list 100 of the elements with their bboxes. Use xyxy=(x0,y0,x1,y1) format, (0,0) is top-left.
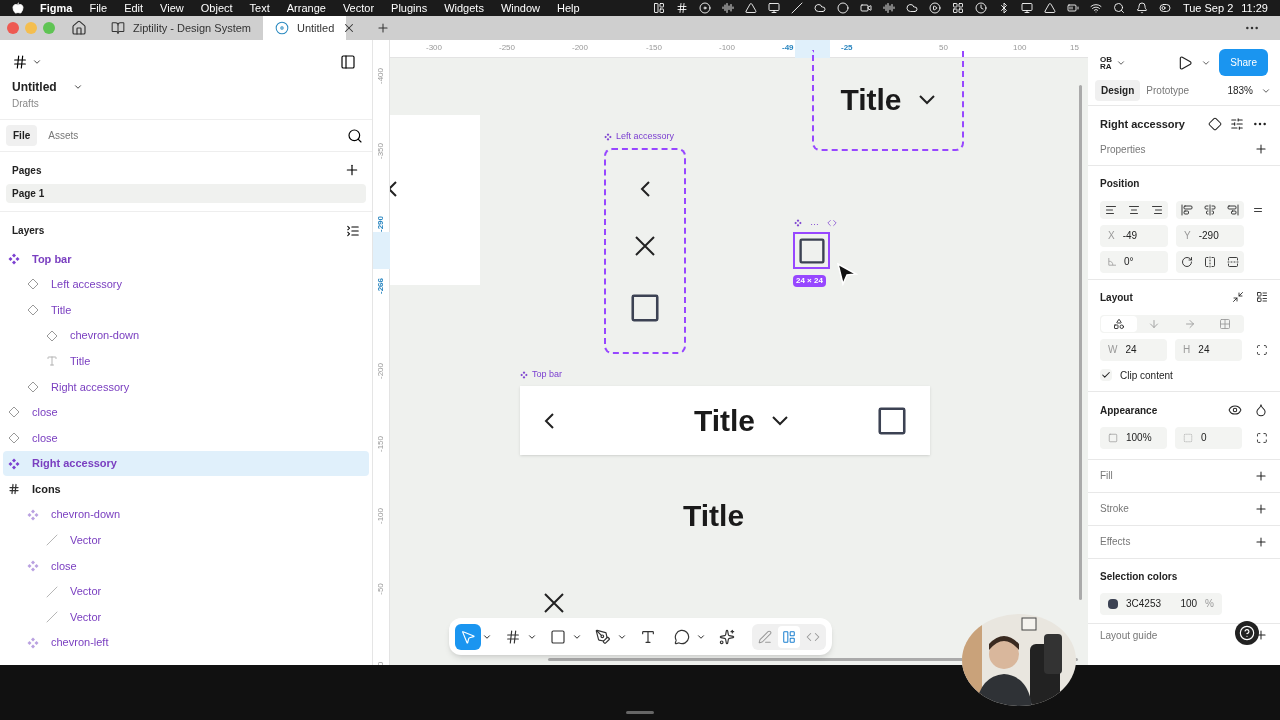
input-field[interactable]: H 24 xyxy=(1175,338,1243,361)
menu-item[interactable]: Arrange xyxy=(286,0,326,17)
panel-tab[interactable]: Assets xyxy=(41,125,86,146)
layout-mode-button[interactable] xyxy=(1101,315,1137,332)
input-field[interactable]: X -49 xyxy=(1100,224,1168,247)
droplet-icon[interactable] xyxy=(1254,403,1268,417)
menu-item[interactable]: Window xyxy=(500,0,541,17)
menu-item[interactable]: View xyxy=(160,0,184,17)
bell-icon[interactable] xyxy=(1135,2,1148,14)
checkbox[interactable] xyxy=(1100,369,1112,381)
disc-icon[interactable] xyxy=(698,2,711,14)
sliders-icon[interactable] xyxy=(1230,117,1244,132)
wifi-icon[interactable] xyxy=(1089,2,1102,14)
layer-row[interactable]: close xyxy=(3,553,369,579)
page-item[interactable]: Page 1 xyxy=(6,184,366,203)
component-label[interactable]: Left accessory xyxy=(616,130,675,144)
layout-icon[interactable] xyxy=(951,2,964,14)
selection-box[interactable] xyxy=(793,232,830,269)
align-middle-icon[interactable] xyxy=(1204,203,1216,216)
zoom-level[interactable]: 183% xyxy=(1227,83,1253,98)
shape-icon[interactable] xyxy=(1043,2,1056,14)
levels-icon[interactable] xyxy=(721,2,734,14)
figma-menu-icon[interactable] xyxy=(12,54,28,70)
panel-tab[interactable]: Prototype xyxy=(1140,80,1196,101)
menu-item[interactable]: Edit xyxy=(124,0,144,17)
eye-icon[interactable] xyxy=(1228,403,1242,417)
flip-horizontal-icon[interactable] xyxy=(1204,255,1216,268)
waveform-icon[interactable] xyxy=(882,2,895,14)
control-center-icon[interactable] xyxy=(1158,2,1171,14)
circle-icon[interactable] xyxy=(836,2,849,14)
layer-row[interactable]: close xyxy=(3,399,369,426)
sidebar-toggle-icon[interactable] xyxy=(340,54,356,70)
search-icon[interactable] xyxy=(347,127,363,144)
home-icon[interactable] xyxy=(71,20,87,36)
team-logo[interactable]: OB RA xyxy=(1100,55,1112,70)
panel-tab[interactable]: File xyxy=(6,125,38,146)
date[interactable]: Tue Sep 2 xyxy=(1182,0,1234,17)
menu-item[interactable]: Text xyxy=(249,0,270,17)
monitor-icon[interactable] xyxy=(767,2,780,14)
layout-add-icon[interactable] xyxy=(1256,291,1268,303)
play-icon[interactable] xyxy=(1177,54,1194,71)
menu-item[interactable]: Object xyxy=(200,0,233,17)
align-top-icon[interactable] xyxy=(1181,203,1194,216)
menu-item[interactable]: Help xyxy=(557,0,580,17)
input-field[interactable]: 0° xyxy=(1100,250,1168,273)
corners-icon[interactable] xyxy=(1256,431,1268,444)
input-field[interactable]: 0 xyxy=(1175,426,1243,449)
component-label[interactable]: Top bar xyxy=(532,368,563,382)
camera-icon[interactable] xyxy=(859,2,872,14)
input-field[interactable]: W 24 xyxy=(1100,338,1168,361)
play-icon[interactable] xyxy=(928,2,941,14)
layer-row[interactable]: Left accessory xyxy=(3,271,369,298)
layer-row[interactable]: Title xyxy=(3,348,369,374)
layer-row[interactable]: chevron-down xyxy=(3,322,369,349)
input-field[interactable]: 100% xyxy=(1100,426,1168,449)
align-right-icon[interactable] xyxy=(1150,203,1163,216)
layer-row[interactable]: Icons xyxy=(3,476,369,502)
layer-row[interactable]: Top bar xyxy=(3,246,369,272)
panel-tab[interactable]: Design xyxy=(1095,80,1141,101)
flip-vertical-icon[interactable] xyxy=(1226,255,1239,268)
input-field[interactable]: 3C4253 100 % xyxy=(1100,592,1222,615)
layer-row[interactable]: Title xyxy=(3,297,369,323)
input-field[interactable]: Y -290 xyxy=(1176,224,1244,247)
search-icon[interactable] xyxy=(1112,2,1125,14)
align-bottom-icon[interactable] xyxy=(1226,203,1239,216)
rotate-icon[interactable] xyxy=(1181,255,1194,268)
resize-icon[interactable] xyxy=(1256,343,1268,356)
component-label[interactable]: … xyxy=(810,216,819,230)
file-name[interactable]: Untitled xyxy=(12,78,57,96)
clock[interactable]: 11:29 xyxy=(1241,0,1268,17)
layer-row[interactable]: chevron-down xyxy=(3,501,369,528)
collapse-layers-icon[interactable] xyxy=(346,223,360,238)
add-page-icon[interactable] xyxy=(344,162,360,178)
layer-row[interactable]: chevron-left xyxy=(3,629,369,656)
battery-icon[interactable] xyxy=(1066,2,1079,14)
align-left-icon[interactable] xyxy=(1105,203,1118,216)
layer-row[interactable]: Right accessory xyxy=(3,450,369,477)
layer-row[interactable]: close xyxy=(3,425,369,451)
layer-row[interactable]: Right accessory xyxy=(3,373,369,400)
menu-item[interactable]: Vector xyxy=(342,0,375,17)
menu-item[interactable]: Plugins xyxy=(391,0,428,17)
browser-tab[interactable]: Untitled xyxy=(263,16,347,40)
vertical-scrollbar[interactable] xyxy=(1079,85,1082,600)
layer-row[interactable]: Vector xyxy=(3,527,369,554)
display-icon[interactable] xyxy=(1020,2,1033,14)
mode-button[interactable] xyxy=(778,625,800,648)
layer-row[interactable]: Vector xyxy=(3,604,369,630)
cloud-icon[interactable] xyxy=(813,2,826,14)
new-tab-icon[interactable] xyxy=(376,21,391,35)
grid-icon[interactable] xyxy=(675,2,688,14)
align-center-icon[interactable] xyxy=(1128,203,1140,216)
slash-icon[interactable] xyxy=(790,2,803,14)
browser-tab[interactable]: Ziptility - Design System xyxy=(99,16,263,40)
clock-icon[interactable] xyxy=(974,2,987,14)
color-swatch[interactable] xyxy=(1108,598,1118,609)
menu-item[interactable]: File xyxy=(89,0,108,17)
layer-row[interactable]: Vector xyxy=(3,578,369,605)
menu-item[interactable]: Widgets xyxy=(444,0,484,17)
collapse-icon[interactable] xyxy=(1232,291,1244,303)
diamond-icon[interactable] xyxy=(1208,117,1222,132)
